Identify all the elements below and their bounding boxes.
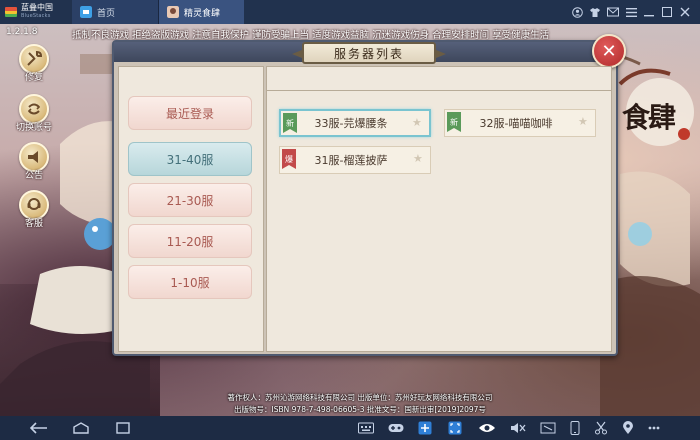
tab-app[interactable]: 精灵食肆 bbox=[158, 0, 244, 24]
dialog-close-button[interactable]: ✕ bbox=[592, 34, 626, 68]
server-list-header bbox=[266, 66, 612, 90]
phone-icon[interactable] bbox=[570, 416, 580, 440]
recent-apps-icon[interactable] bbox=[114, 416, 132, 440]
customer-service-label: 客服 bbox=[24, 219, 43, 229]
repair-button[interactable]: 修复 bbox=[12, 44, 56, 83]
customer-service-button[interactable]: 客服 bbox=[12, 190, 56, 229]
emulator-window: 蓝叠中国 BlueStacks 首页 精灵食肆 1.2.1.8 抵制不良游戏 拒… bbox=[0, 0, 700, 440]
tab-servers-1-10-label: 1-10服 bbox=[170, 275, 210, 290]
resize-icon[interactable] bbox=[540, 416, 556, 440]
tab-app-label: 精灵食肆 bbox=[184, 8, 221, 19]
star-icon[interactable]: ★ bbox=[413, 153, 425, 165]
star-icon[interactable]: ★ bbox=[412, 117, 424, 129]
add-app-icon[interactable] bbox=[418, 416, 434, 440]
tab-servers-11-20-label: 11-20服 bbox=[166, 234, 214, 249]
tab-home[interactable]: 首页 bbox=[72, 0, 158, 24]
switch-account-label: 切换账号 bbox=[15, 123, 52, 133]
repair-label: 修复 bbox=[24, 73, 43, 83]
fullscreen-icon[interactable] bbox=[448, 416, 464, 440]
switch-account-button[interactable]: 切换账号 bbox=[12, 94, 56, 133]
star-icon[interactable]: ★ bbox=[578, 116, 590, 128]
server-item-33[interactable]: 新 33服-芫爆腰条 ★ bbox=[279, 109, 431, 137]
more-icon[interactable] bbox=[648, 416, 660, 440]
tab-servers-31-40-label: 31-40服 bbox=[166, 152, 214, 167]
location-icon[interactable] bbox=[622, 416, 634, 440]
tab-servers-11-20[interactable]: 11-20服 bbox=[128, 224, 252, 258]
tab-servers-21-30[interactable]: 21-30服 bbox=[128, 183, 252, 217]
keyboard-mapping-icon[interactable] bbox=[358, 416, 374, 440]
server-item-31[interactable]: 爆 31服-榴莲披萨 ★ bbox=[279, 146, 431, 174]
emulator-titlebar: 蓝叠中国 BlueStacks 首页 精灵食肆 bbox=[0, 0, 700, 24]
tab-servers-21-30-label: 21-30服 bbox=[166, 193, 214, 208]
server-item-32[interactable]: 新 32服-喵喵咖啡 ★ bbox=[444, 109, 596, 137]
shirt-icon[interactable] bbox=[586, 0, 604, 24]
minimize-icon[interactable] bbox=[640, 0, 658, 24]
game-version: 1.2.1.8 bbox=[6, 27, 38, 37]
home-tab-icon bbox=[80, 6, 92, 18]
brand-name: 蓝叠中国 bbox=[21, 3, 53, 12]
server-name: 31服-榴莲披萨 bbox=[314, 154, 388, 167]
mail-icon[interactable] bbox=[604, 0, 622, 24]
restore-icon[interactable] bbox=[658, 0, 676, 24]
server-name: 33服-芫爆腰条 bbox=[314, 117, 388, 130]
tab-recent-login[interactable]: 最近登录 bbox=[128, 96, 252, 130]
gamepad-icon[interactable] bbox=[388, 416, 404, 440]
bluestacks-logo-icon bbox=[5, 7, 17, 17]
emulator-navbar bbox=[0, 416, 700, 440]
tab-recent-login-label: 最近登录 bbox=[165, 106, 214, 121]
emulator-brand: 蓝叠中国 BlueStacks bbox=[0, 0, 72, 24]
announcement-label: 公告 bbox=[24, 171, 43, 181]
license-line-2: 出版物号：ISBN 978-7-498-06605-3 批准文号：国新出审[20… bbox=[234, 405, 486, 414]
volume-icon[interactable] bbox=[510, 416, 526, 440]
back-icon[interactable] bbox=[30, 416, 48, 440]
health-notice: 抵制不良游戏 拒绝盗版游戏 注意自我保护 谨防受骗上当 适度游戏益脑 沉迷游戏伤… bbox=[72, 30, 550, 41]
dialog-title: 服务器列表 bbox=[302, 42, 436, 64]
tab-servers-31-40[interactable]: 31-40服 bbox=[128, 142, 252, 176]
eye-icon[interactable] bbox=[478, 416, 496, 440]
brand-subtitle: BlueStacks bbox=[21, 13, 51, 19]
app-tab-icon bbox=[167, 6, 179, 18]
tab-servers-1-10[interactable]: 1-10服 bbox=[128, 265, 252, 299]
menu-icon[interactable] bbox=[622, 0, 640, 24]
account-icon[interactable] bbox=[568, 0, 586, 24]
license-line-1: 著作权人：苏州沁游网络科技有限公司 出版单位：苏州好玩友网络科技有限公司 bbox=[227, 393, 493, 402]
close-icon[interactable] bbox=[676, 0, 694, 24]
scissors-icon[interactable] bbox=[594, 416, 608, 440]
home-icon[interactable] bbox=[72, 416, 90, 440]
game-logo-text: 食肆 bbox=[622, 101, 676, 134]
server-name: 32服-喵喵咖啡 bbox=[479, 117, 553, 130]
announcement-button[interactable]: 公告 bbox=[12, 142, 56, 181]
tab-home-label: 首页 bbox=[97, 8, 116, 19]
